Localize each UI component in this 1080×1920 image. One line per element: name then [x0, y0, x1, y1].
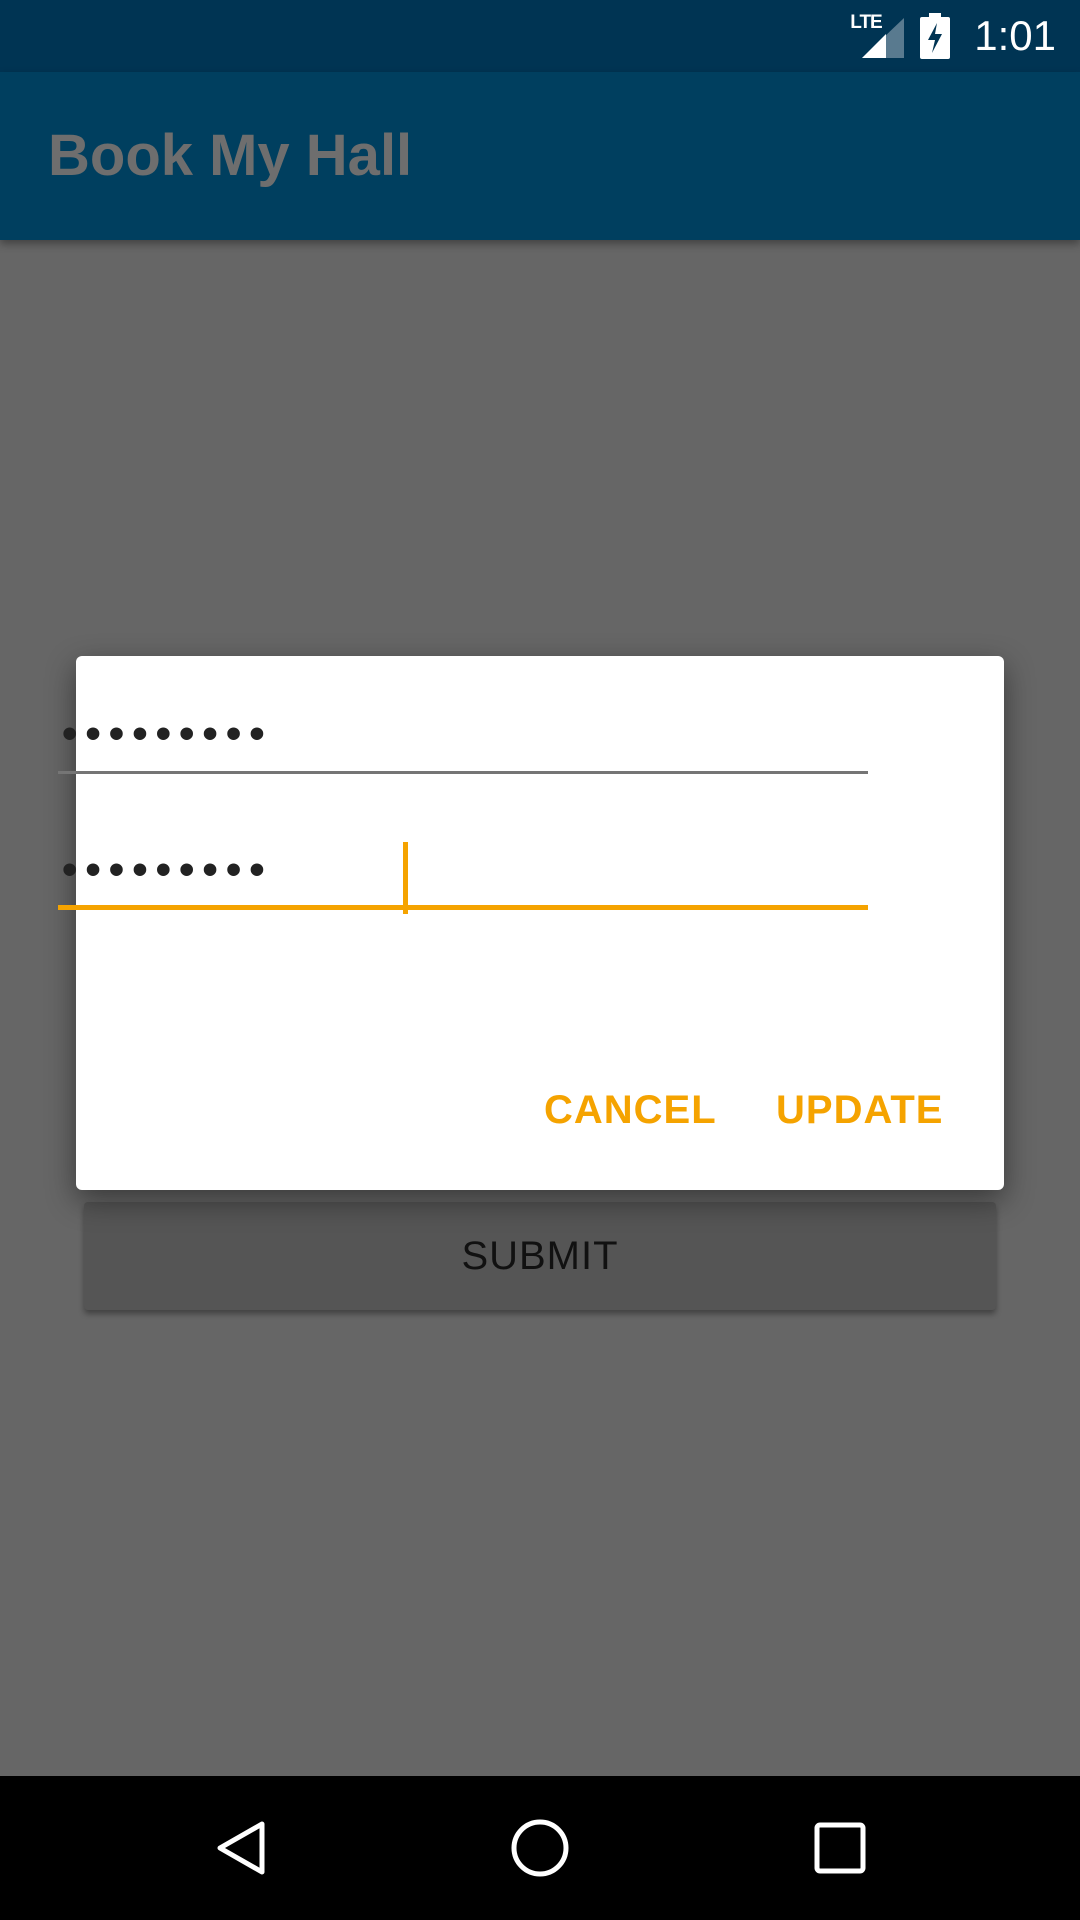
status-bar: LTE 1:01	[0, 0, 1080, 72]
password-field-1-value: •••••••••	[62, 709, 273, 758]
home-icon[interactable]	[510, 1818, 570, 1883]
cancel-button[interactable]: CANCEL	[544, 1070, 717, 1150]
app-title: Book My Hall	[48, 123, 413, 188]
back-icon[interactable]	[210, 1818, 270, 1883]
dialog-actions: CANCEL UPDATE	[0, 1070, 1080, 1150]
password-field-1-underline	[58, 771, 868, 774]
status-time: 1:01	[974, 12, 1056, 59]
navigation-bar	[0, 1776, 1080, 1920]
status-icons: LTE 1:01	[850, 0, 1056, 72]
submit-button[interactable]: SUBMIT	[84, 1202, 996, 1310]
password-field-2-value: •••••••••	[62, 845, 273, 894]
update-button[interactable]: UPDATE	[776, 1070, 943, 1150]
password-field-1[interactable]: •••••••••	[58, 694, 868, 774]
lte-signal-icon: LTE	[850, 12, 906, 60]
password-field-2-underline	[58, 905, 868, 910]
battery-charging-icon	[920, 13, 951, 59]
password-field-2[interactable]: •••••••••	[58, 830, 868, 914]
text-cursor	[403, 842, 408, 914]
recents-icon[interactable]	[810, 1818, 870, 1883]
app-bar: Book My Hall	[0, 72, 1080, 240]
